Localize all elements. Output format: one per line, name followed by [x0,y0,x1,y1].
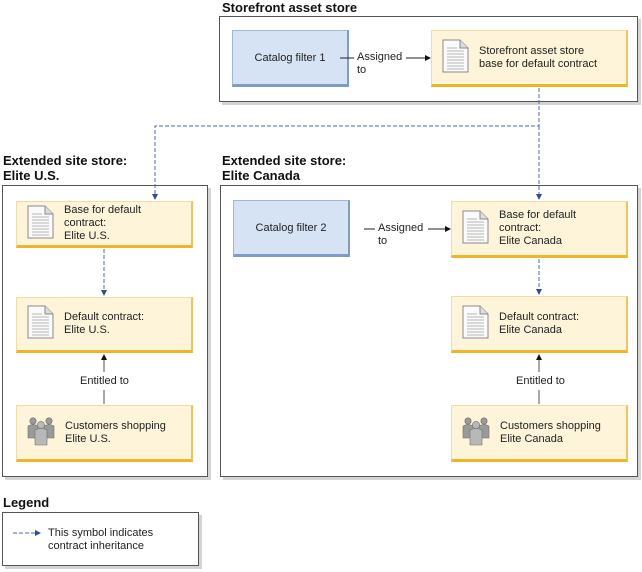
connectors [13,55,542,536]
inheritance-storefront-to-us [152,88,540,200]
